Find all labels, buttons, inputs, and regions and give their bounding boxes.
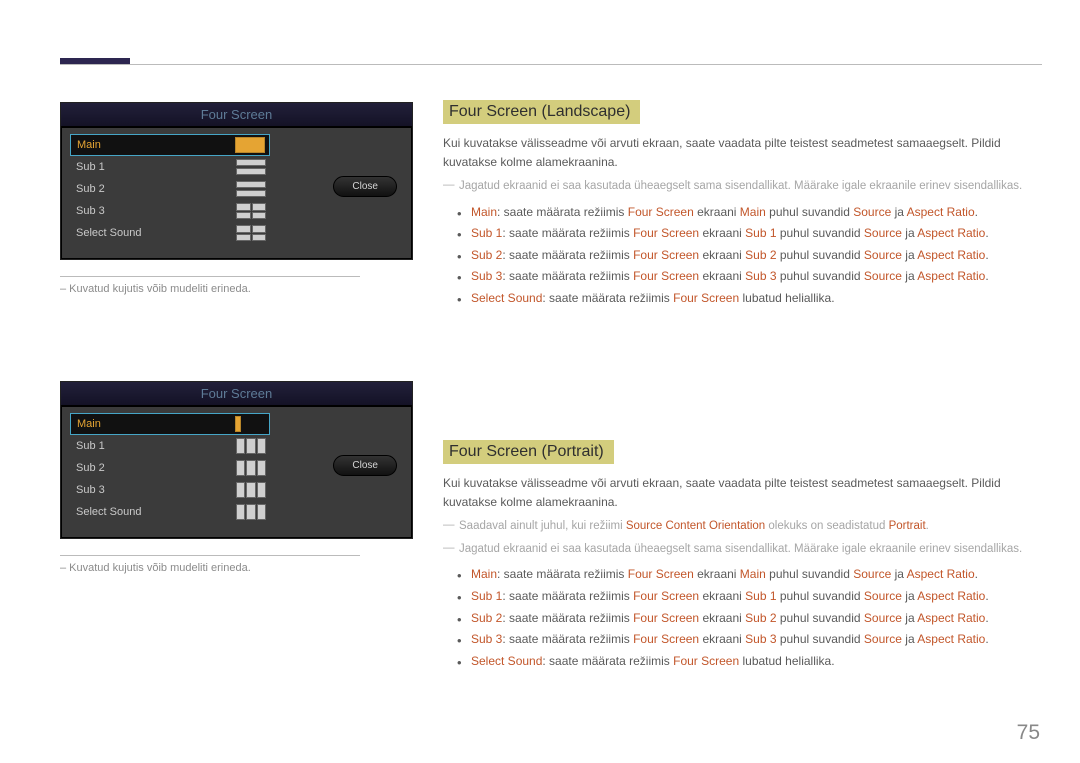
- page-content: Four Screen Main Sub 1 Sub 2: [0, 0, 1080, 712]
- osd-title: Four Screen: [61, 382, 412, 406]
- layout-sub3-portrait-icon: [236, 482, 266, 498]
- osd-item-label: Sub 3: [70, 205, 236, 217]
- layout-sub2-portrait-icon: [236, 460, 266, 476]
- section-intro: Kui kuvatakse välisseadme või arvuti ekr…: [443, 134, 1040, 172]
- osd-item-label: Main: [71, 139, 235, 151]
- bullet-select-sound: Select Sound: saate määrata režiimis Fou…: [457, 288, 1040, 310]
- bullet-list: Main: saate määrata režiimis Four Screen…: [457, 564, 1040, 672]
- right-column: Four Screen (Landscape) Kui kuvatakse vä…: [443, 100, 1040, 682]
- osd-item-sub1[interactable]: Sub 1: [70, 156, 270, 178]
- layout-sub1-icon: [236, 159, 266, 175]
- section-note: Saadaval ainult juhul, kui režiimi Sourc…: [443, 518, 1040, 535]
- osd-four-screen-portrait: Four Screen Main Sub 1 Sub 2: [60, 381, 413, 539]
- osd-item-label: Main: [71, 418, 235, 430]
- osd-item-label: Select Sound: [70, 506, 236, 518]
- figure-caption: – Kuvatud kujutis võib mudeliti erineda.: [60, 283, 413, 295]
- osd-item-sub1[interactable]: Sub 1: [70, 435, 270, 457]
- layout-sub3-icon: [236, 203, 266, 219]
- osd-close-button[interactable]: Close: [333, 455, 397, 476]
- osd-item-label: Sub 1: [70, 440, 236, 452]
- section-note: Jagatud ekraanid ei saa kasutada üheaegs…: [443, 541, 1040, 558]
- layout-sub1-portrait-icon: [236, 438, 266, 454]
- bullet-list: Main: saate määrata režiimis Four Screen…: [457, 202, 1040, 310]
- osd-item-sub2[interactable]: Sub 2: [70, 457, 270, 479]
- layout-sound-icon: [236, 225, 266, 241]
- bullet-select-sound: Select Sound: saate määrata režiimis Fou…: [457, 651, 1040, 673]
- osd-item-select-sound[interactable]: Select Sound: [70, 222, 270, 244]
- bullet-sub1: Sub 1: saate määrata režiimis Four Scree…: [457, 223, 1040, 245]
- bullet-main: Main: saate määrata režiimis Four Screen…: [457, 564, 1040, 586]
- osd-four-screen-landscape: Four Screen Main Sub 1 Sub 2: [60, 102, 413, 260]
- figure-caption: – Kuvatud kujutis võib mudeliti erineda.: [60, 562, 413, 574]
- section-note: Jagatud ekraanid ei saa kasutada üheaegs…: [443, 178, 1040, 195]
- osd-item-label: Sub 2: [70, 183, 236, 195]
- divider: [60, 555, 360, 556]
- osd-item-main[interactable]: Main: [70, 134, 270, 156]
- osd-title: Four Screen: [61, 103, 412, 127]
- section-four-screen-portrait: Four Screen (Portrait) Kui kuvatakse väl…: [443, 440, 1040, 673]
- osd-item-label: Select Sound: [70, 227, 236, 239]
- osd-item-label: Sub 1: [70, 161, 236, 173]
- layout-sub2-icon: [236, 181, 266, 197]
- bullet-sub1: Sub 1: saate määrata režiimis Four Scree…: [457, 586, 1040, 608]
- left-column: Four Screen Main Sub 1 Sub 2: [60, 100, 413, 682]
- osd-menu-list: Main Sub 1 Sub 2 Sub 3: [70, 413, 270, 523]
- osd-item-label: Sub 2: [70, 462, 236, 474]
- bullet-main: Main: saate määrata režiimis Four Screen…: [457, 202, 1040, 224]
- osd-item-sub3[interactable]: Sub 3: [70, 479, 270, 501]
- section-intro: Kui kuvatakse välisseadme või arvuti ekr…: [443, 474, 1040, 512]
- bullet-sub3: Sub 3: saate määrata režiimis Four Scree…: [457, 629, 1040, 651]
- osd-item-select-sound[interactable]: Select Sound: [70, 501, 270, 523]
- layout-main-portrait-icon: [235, 416, 265, 432]
- osd-menu-list: Main Sub 1 Sub 2 Sub 3: [70, 134, 270, 244]
- osd-item-main[interactable]: Main: [70, 413, 270, 435]
- bullet-sub2: Sub 2: saate määrata režiimis Four Scree…: [457, 245, 1040, 267]
- layout-main-icon: [235, 137, 265, 153]
- page-number: 75: [1017, 721, 1040, 745]
- bullet-sub2: Sub 2: saate määrata režiimis Four Scree…: [457, 608, 1040, 630]
- layout-sound-portrait-icon: [236, 504, 266, 520]
- osd-body: Main Sub 1 Sub 2 Sub 3: [61, 406, 412, 538]
- osd-item-sub2[interactable]: Sub 2: [70, 178, 270, 200]
- divider: [60, 276, 360, 277]
- osd-item-label: Sub 3: [70, 484, 236, 496]
- section-heading: Four Screen (Landscape): [443, 100, 640, 124]
- section-four-screen-landscape: Four Screen (Landscape) Kui kuvatakse vä…: [443, 100, 1040, 310]
- osd-close-button[interactable]: Close: [333, 176, 397, 197]
- bullet-sub3: Sub 3: saate määrata režiimis Four Scree…: [457, 266, 1040, 288]
- osd-item-sub3[interactable]: Sub 3: [70, 200, 270, 222]
- section-heading: Four Screen (Portrait): [443, 440, 614, 464]
- osd-body: Main Sub 1 Sub 2 Sub 3: [61, 127, 412, 259]
